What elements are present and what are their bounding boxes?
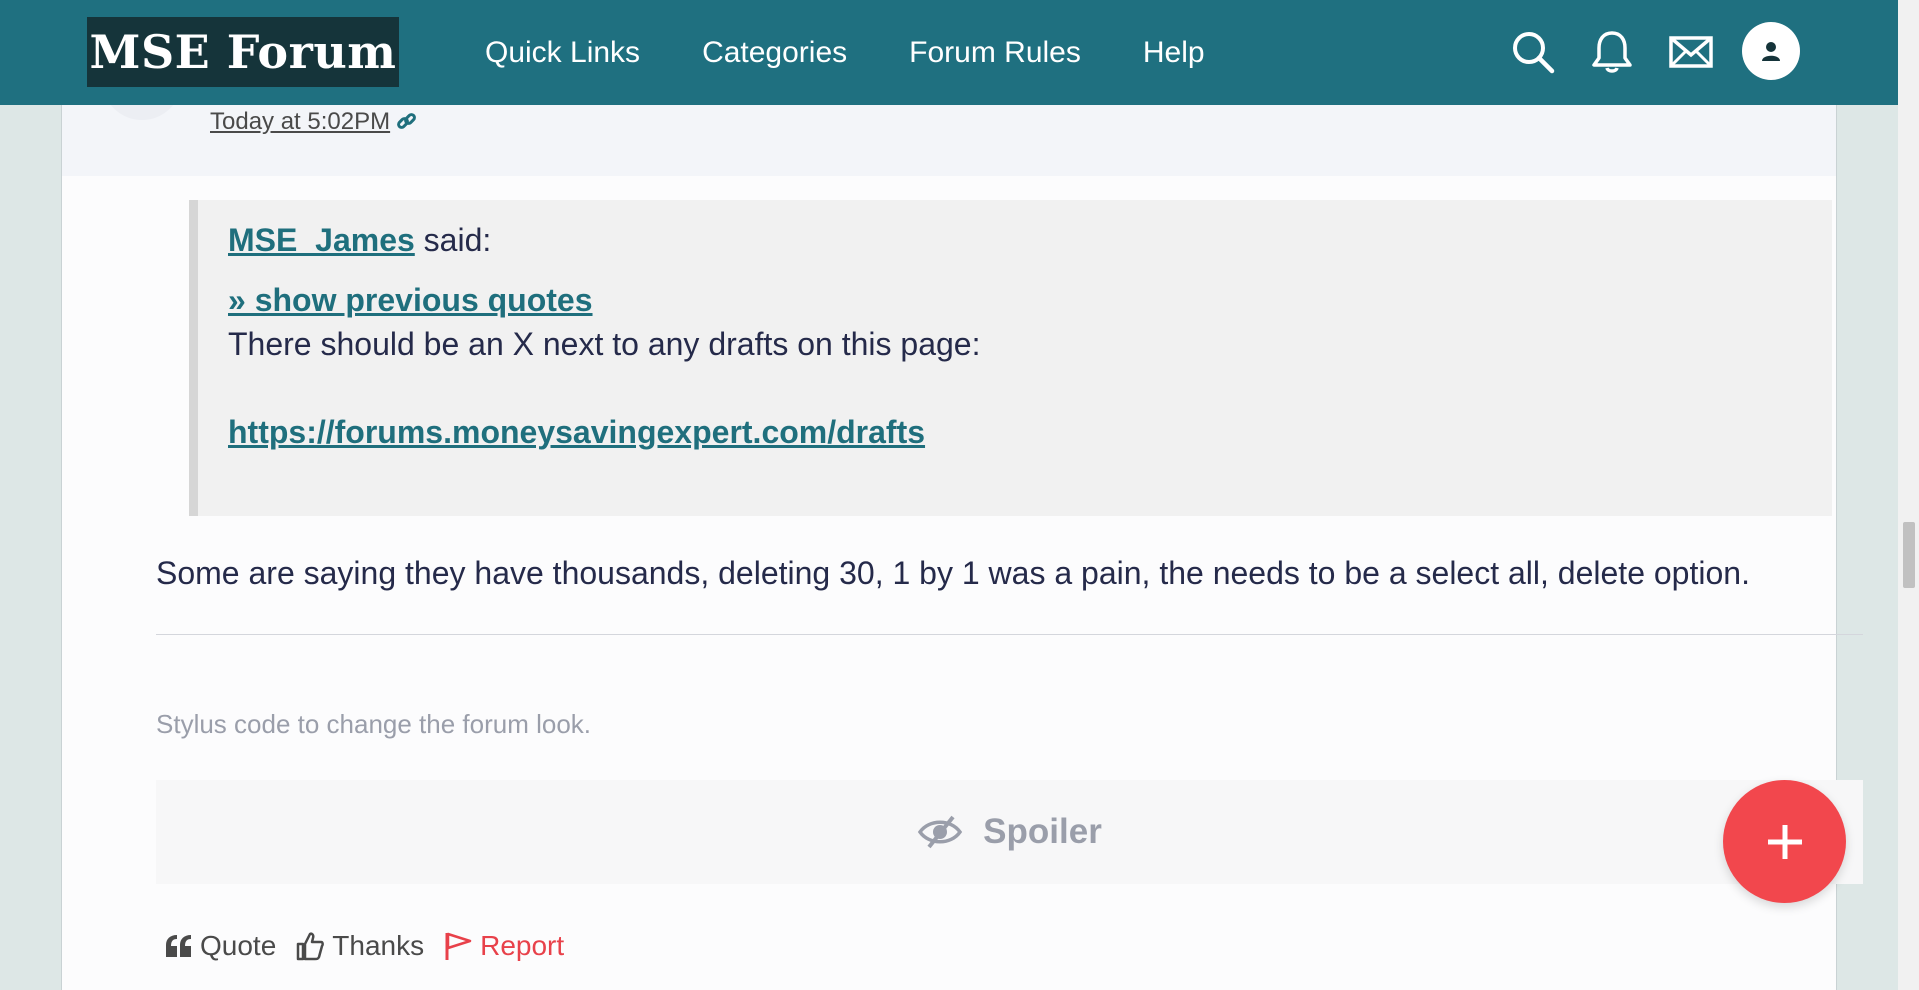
user-avatar-button[interactable]: [1742, 22, 1800, 80]
scrollbar-thumb[interactable]: [1903, 522, 1915, 588]
quote-label: Quote: [200, 930, 277, 961]
report-label: Report: [480, 930, 565, 961]
post-body: Some are saying they have thousands, del…: [156, 555, 1750, 591]
quote-said: said:: [414, 222, 492, 258]
mail-icon[interactable]: [1669, 30, 1713, 74]
thanks-label: Thanks: [332, 930, 425, 961]
spoiler-label: Spoiler: [983, 812, 1102, 851]
permalink-icon: [397, 113, 417, 129]
quote-icon: [166, 935, 191, 957]
site-logo[interactable]: MSE Forum: [87, 17, 399, 87]
post-time-text: Today at 5:02PM: [210, 108, 391, 135]
plus-icon: [1767, 824, 1802, 859]
search-icon[interactable]: [1511, 30, 1555, 74]
page-scrollbar[interactable]: [1898, 0, 1919, 990]
nav-forum-rules[interactable]: Forum Rules: [909, 36, 1081, 70]
flag-icon: [445, 932, 472, 960]
quoted-user-link[interactable]: MSE_James: [228, 222, 415, 258]
quote-text: There should be an X next to any drafts …: [228, 326, 981, 362]
nav-categories[interactable]: Categories: [702, 36, 847, 70]
thanks-button[interactable]: Thanks: [296, 930, 424, 962]
show-previous-quotes-link[interactable]: » show previous quotes: [228, 280, 1832, 320]
spoiler-button[interactable]: Spoiler: [156, 780, 1863, 884]
nav-quick-links[interactable]: Quick Links: [485, 36, 640, 70]
eye-slash-icon: [918, 815, 963, 849]
signature-divider: [156, 634, 1863, 635]
site-header: MSE Forum Quick Links Categories Forum R…: [0, 0, 1898, 105]
quote-button[interactable]: Quote: [166, 930, 276, 962]
main-nav: Quick Links Categories Forum Rules Help: [485, 0, 1267, 105]
quote-attribution: MSE_James said:: [228, 220, 1832, 260]
new-post-fab[interactable]: [1723, 780, 1846, 903]
thumbs-up-icon: [297, 932, 325, 961]
post-card: Today at 5:02PM MSE_James said: » show p…: [61, 0, 1863, 990]
signature-text: Stylus code to change the forum look.: [156, 709, 592, 739]
user-icon: [1762, 42, 1780, 61]
quote-block: MSE_James said: » show previous quotes T…: [189, 200, 1832, 516]
report-button[interactable]: Report: [444, 930, 564, 962]
drafts-link[interactable]: https://forums.moneysavingexpert.com/dra…: [228, 412, 1832, 452]
post-timestamp[interactable]: Today at 5:02PM: [210, 108, 418, 136]
bell-icon[interactable]: [1590, 30, 1634, 74]
nav-help[interactable]: Help: [1143, 36, 1205, 70]
post-actions: Quote Thanks Report: [166, 930, 584, 962]
